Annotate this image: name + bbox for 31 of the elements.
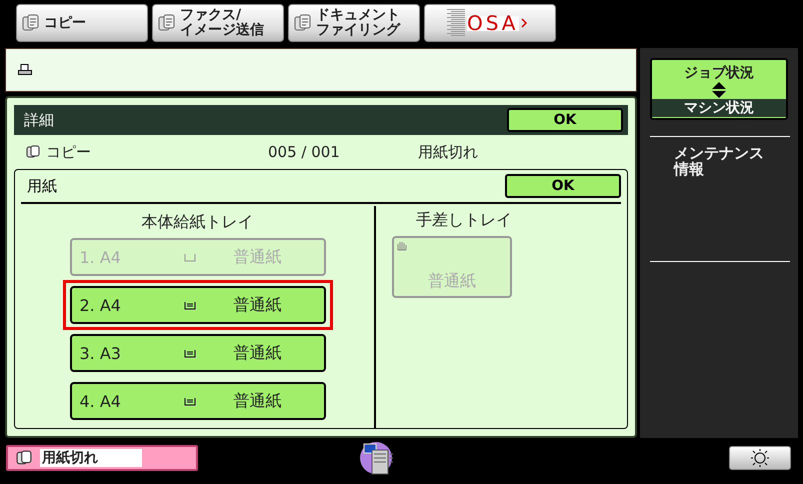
status-message: 用紙切れ [6, 445, 198, 471]
ok-button[interactable]: OK [507, 108, 623, 132]
tray-button[interactable]: 2. A4 普通紙 [70, 286, 326, 324]
panel-title: 詳細 [24, 110, 54, 130]
sun-icon [749, 449, 771, 467]
copy-icon [16, 450, 32, 466]
document-icon [158, 14, 176, 32]
job-count: 005 / 001 [268, 143, 341, 161]
maintenance-info-item[interactable]: メンテナンス情報 [674, 145, 768, 177]
job-status: 用紙切れ [418, 142, 478, 162]
panel-title: 用紙 [27, 176, 57, 196]
tray-button[interactable]: 4. A4 普通紙 [70, 382, 326, 420]
job-name: コピー [46, 142, 92, 162]
brightness-button[interactable] [729, 446, 791, 470]
printer-icon [18, 64, 32, 76]
copy-icon [26, 145, 40, 159]
ok-button[interactable]: OK [505, 174, 621, 198]
hand-icon [396, 240, 408, 251]
column-title: 本体給紙トレイ [142, 211, 254, 233]
mode-tab[interactable]: コピー [16, 4, 148, 42]
document-icon [294, 14, 312, 32]
document-icon [22, 14, 40, 32]
osa-tab[interactable]: OSA [424, 4, 556, 42]
tray-button[interactable]: 3. A3 普通紙 [70, 334, 326, 372]
osa-logo-text: OSA [467, 16, 518, 30]
mode-tab[interactable]: ドキュメントファイリング [288, 4, 420, 42]
stripes-icon [447, 9, 465, 37]
status-toggle-button[interactable]: ジョブ状況 マシン状況 [650, 58, 788, 120]
mode-tab[interactable]: ファクス/ イメージ送信 [152, 4, 284, 42]
column-title: 手差しトレイ [415, 209, 513, 231]
chevron-icon [520, 18, 526, 28]
